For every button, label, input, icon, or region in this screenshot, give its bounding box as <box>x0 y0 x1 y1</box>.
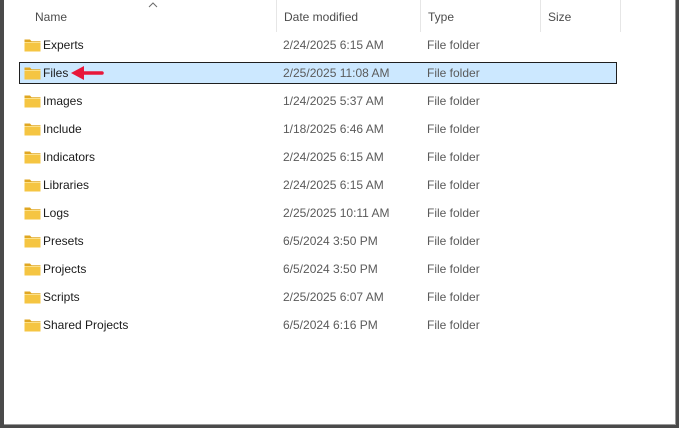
file-date-modified: 2/25/2025 10:11 AM <box>283 206 390 220</box>
file-date-modified: 1/24/2025 5:37 AM <box>283 94 384 108</box>
file-row[interactable]: Shared Projects 6/5/2024 6:16 PM File fold… <box>19 314 617 336</box>
column-header-size[interactable]: Size <box>541 0 621 32</box>
file-row[interactable]: Projects 6/5/2024 3:50 PM File folder <box>19 258 617 280</box>
file-row[interactable]: Images 1/24/2025 5:37 AM File folder <box>19 90 617 112</box>
folder-icon <box>24 39 41 52</box>
file-name: Logs <box>43 206 70 220</box>
folder-icon <box>24 235 41 248</box>
file-name: Projects <box>43 262 87 276</box>
column-header-name[interactable]: Name <box>28 0 277 32</box>
red-arrow-icon <box>71 66 104 80</box>
file-type: File folder <box>427 234 480 248</box>
file-type: File folder <box>427 150 480 164</box>
file-name: Include <box>43 122 82 136</box>
file-name: Presets <box>43 234 84 248</box>
file-type: File folder <box>427 94 480 108</box>
file-date-modified: 2/24/2025 6:15 AM <box>283 38 384 52</box>
column-header-date-modified[interactable]: Date modified <box>277 0 421 32</box>
file-row[interactable]: Scripts 2/25/2025 6:07 AM File folder <box>19 286 617 308</box>
file-type: File folder <box>427 290 480 304</box>
file-date-modified: 1/18/2025 6:46 AM <box>283 122 384 136</box>
file-explorer-window: Name Date modified Type Size Experts 2/24… <box>4 0 676 425</box>
folder-icon <box>24 291 41 304</box>
file-name: Libraries <box>43 178 90 192</box>
file-name: Files <box>43 66 69 80</box>
file-date-modified: 2/25/2025 11:08 AM <box>283 66 390 80</box>
folder-icon <box>24 123 41 136</box>
file-type: File folder <box>427 66 480 80</box>
file-type: File folder <box>427 318 480 332</box>
file-date-modified: 6/5/2024 3:50 PM <box>283 234 378 248</box>
file-name: Shared Projects <box>43 318 129 332</box>
file-name: Images <box>43 94 83 108</box>
folder-icon <box>24 95 41 108</box>
file-type: File folder <box>427 206 480 220</box>
file-date-modified: 6/5/2024 6:16 PM <box>283 318 378 332</box>
folder-icon <box>24 151 41 164</box>
folder-icon <box>24 179 41 192</box>
file-row[interactable]: Presets 6/5/2024 3:50 PM File folder <box>19 230 617 252</box>
column-header-type[interactable]: Type <box>421 0 541 32</box>
file-date-modified: 2/24/2025 6:15 AM <box>283 150 384 164</box>
file-name: Indicators <box>43 150 96 164</box>
file-date-modified: 2/25/2025 6:07 AM <box>283 290 384 304</box>
column-header-bar: Name Date modified Type Size <box>4 0 675 32</box>
folder-icon <box>24 67 41 80</box>
folder-icon <box>24 319 41 332</box>
file-type: File folder <box>427 122 480 136</box>
file-row[interactable]: Experts 2/24/2025 6:15 AM File folder <box>19 34 617 56</box>
file-row[interactable]: Libraries 2/24/2025 6:15 AM File folder <box>19 174 617 196</box>
file-row[interactable]: Indicators 2/24/2025 6:15 AM File folder <box>19 146 617 168</box>
folder-icon <box>24 207 41 220</box>
folder-icon <box>24 263 41 276</box>
file-date-modified: 6/5/2024 3:50 PM <box>283 262 378 276</box>
file-row[interactable]: Include 1/18/2025 6:46 AM File folder <box>19 118 617 140</box>
file-type: File folder <box>427 262 480 276</box>
file-date-modified: 2/24/2025 6:15 AM <box>283 178 384 192</box>
file-row[interactable]: Files 2/25/2025 11:08 AM File folder <box>19 62 617 84</box>
file-name: Scripts <box>43 290 80 304</box>
file-type: File folder <box>427 178 480 192</box>
file-type: File folder <box>427 38 480 52</box>
file-name: Experts <box>43 38 84 52</box>
file-row[interactable]: Logs 2/25/2025 10:11 AM File folder <box>19 202 617 224</box>
